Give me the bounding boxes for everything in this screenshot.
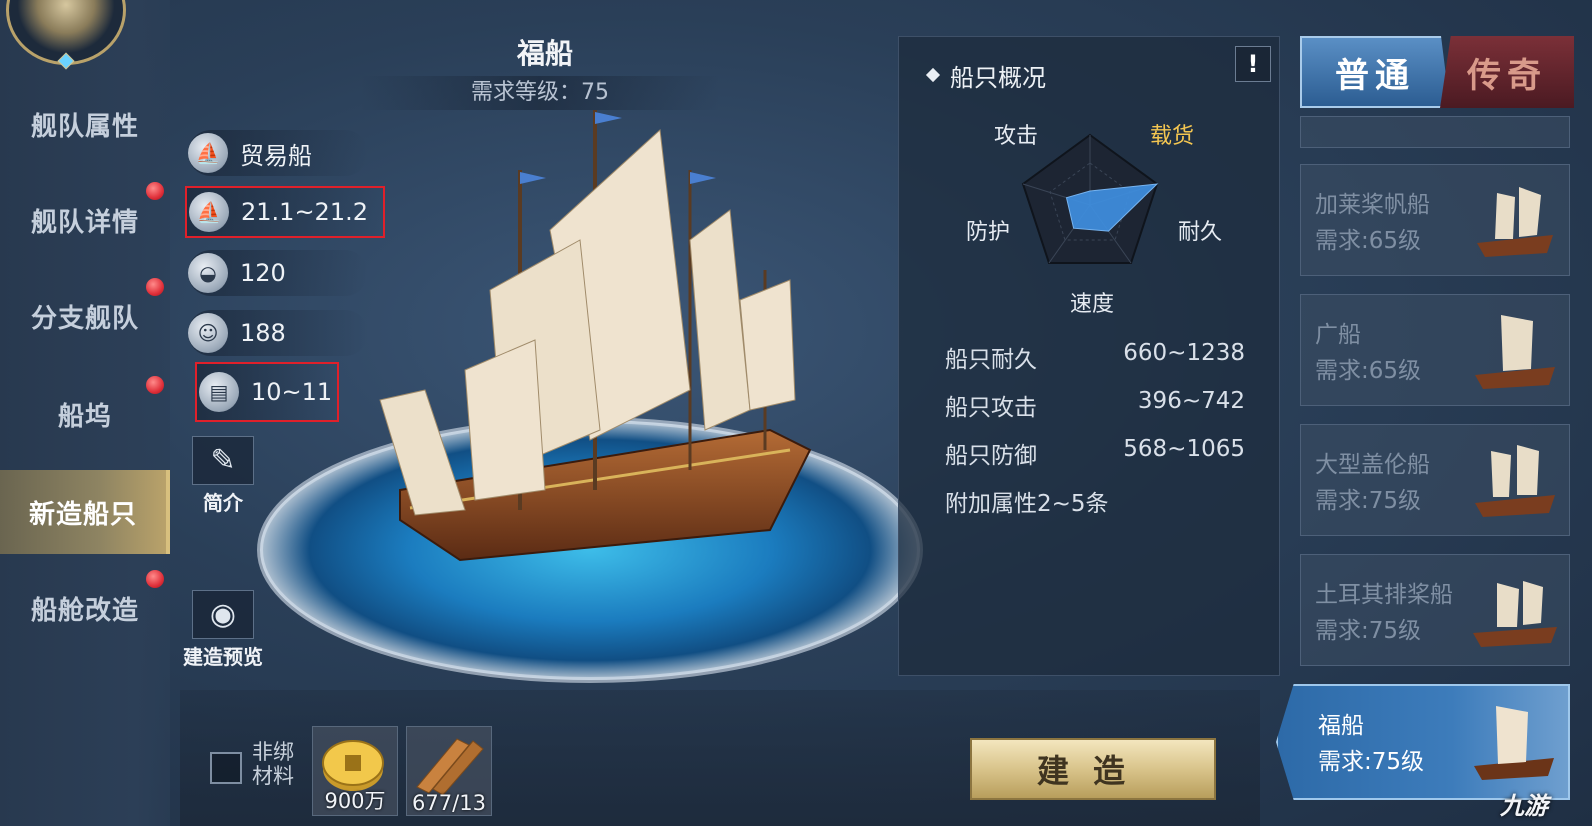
ship-card-req: 需求:75级 bbox=[1315, 618, 1422, 644]
info-button[interactable]: ! bbox=[1235, 46, 1271, 82]
ship-thumbnail bbox=[1473, 581, 1557, 647]
attr-label: 船只耐久 bbox=[945, 347, 1037, 373]
ship-card-name: 福船 bbox=[1318, 713, 1364, 739]
stat-value: 贸易船 bbox=[240, 141, 312, 170]
attr-label: 船只防御 bbox=[945, 443, 1037, 469]
material-slot-gold[interactable]: 900万 bbox=[312, 726, 398, 816]
build-preview-button[interactable]: ◉ 建造预览 bbox=[183, 590, 263, 670]
stat-value: 188 bbox=[240, 319, 286, 347]
nav-item-cabin-refit[interactable]: 船舱改造 bbox=[0, 568, 170, 648]
attr-row-durability: 船只耐久 660~1238 bbox=[945, 340, 1245, 376]
material-slot-wood[interactable]: 677/13 bbox=[406, 726, 492, 816]
material-count: 677/13 bbox=[412, 791, 486, 815]
nav-label: 船坞 bbox=[57, 401, 112, 432]
attr-row-defense: 船只防御 568~1065 bbox=[945, 436, 1245, 472]
nav-label: 新造船只 bbox=[28, 499, 137, 530]
eye-icon: ◉ bbox=[192, 590, 254, 639]
ship-thumbnail bbox=[1477, 187, 1553, 257]
sail-speed-icon: ⛵ bbox=[189, 192, 229, 232]
ship-card-guangchuan[interactable]: 广船 需求:65级 bbox=[1300, 294, 1570, 406]
stat-supply: ◒ 120 bbox=[188, 250, 368, 296]
unbound-material-checkbox[interactable] bbox=[210, 752, 242, 784]
scroll-icon: ✎ bbox=[192, 436, 254, 485]
radar-chart bbox=[1021, 133, 1159, 264]
tab-legend[interactable]: 传奇 bbox=[1440, 36, 1574, 108]
build-preview-label: 建造预览 bbox=[183, 645, 263, 669]
attr-row-extra: 附加属性2~5条 bbox=[945, 484, 1245, 520]
ship-card-req: 需求:75级 bbox=[1318, 749, 1425, 775]
nav-item-fleet-details[interactable]: 舰队详情 bbox=[0, 180, 170, 260]
radar-label-speed: 速度 bbox=[1070, 292, 1115, 317]
ship-card-fuchuan[interactable]: 福船 需求:75级 bbox=[1276, 684, 1570, 800]
unbound-material-label: 非绑材料 bbox=[252, 740, 294, 788]
attr-label: 附加属性2~5条 bbox=[945, 491, 1109, 517]
notification-dot bbox=[146, 182, 164, 200]
wood-plank-icon bbox=[416, 738, 484, 796]
ship-card-galley[interactable]: 加莱桨帆船 需求:65级 bbox=[1300, 164, 1570, 276]
ship-card-name: 广船 bbox=[1315, 322, 1361, 348]
nav-item-new-ship[interactable]: 新造船只 bbox=[0, 470, 170, 554]
stat-ship-type: ⛵ 贸易船 bbox=[188, 130, 368, 176]
ship-thumbnail bbox=[1474, 706, 1554, 780]
build-button[interactable]: 建造 bbox=[970, 738, 1216, 800]
nav-item-branch-fleet[interactable]: 分支舰队 bbox=[0, 276, 170, 356]
ship-card-turkish-galley[interactable]: 土耳其排桨船 需求:75级 bbox=[1300, 554, 1570, 666]
ship-thumbnail bbox=[1475, 445, 1555, 517]
ship-card-req: 需求:65级 bbox=[1315, 228, 1422, 254]
nav-label: 分支舰队 bbox=[30, 303, 139, 334]
ship-card-partial[interactable] bbox=[1300, 116, 1570, 148]
ship-card-req: 需求:65级 bbox=[1315, 358, 1422, 384]
attr-value: 396~742 bbox=[1137, 388, 1245, 414]
intro-button[interactable]: ✎ 简介 bbox=[190, 436, 256, 516]
bread-supply-icon: ◒ bbox=[188, 253, 228, 293]
material-count: 900万 bbox=[324, 789, 386, 813]
attr-value: 568~1065 bbox=[1123, 436, 1245, 462]
ship-requirement: 需求等级：75 bbox=[360, 76, 720, 110]
attr-label: 船只攻击 bbox=[945, 395, 1037, 421]
nav-label: 舰队详情 bbox=[30, 207, 139, 238]
nav-item-fleet-attributes[interactable]: 舰队属性 bbox=[0, 84, 170, 164]
ship-thumbnail bbox=[1475, 315, 1555, 389]
tab-normal[interactable]: 普通 bbox=[1300, 36, 1450, 108]
stat-cargo: ▤ 10~11 bbox=[195, 362, 339, 422]
ship-card-req: 需求:75级 bbox=[1315, 488, 1422, 514]
radar-label-protection: 防护 bbox=[966, 220, 1011, 245]
nav-label: 舰队属性 bbox=[30, 111, 139, 142]
notification-dot bbox=[146, 278, 164, 296]
ship-card-name: 土耳其排桨船 bbox=[1315, 582, 1453, 608]
attr-row-attack: 船只攻击 396~742 bbox=[945, 388, 1245, 424]
radar-label-durability: 耐久 bbox=[1178, 220, 1223, 245]
watermark-logo: 九游 bbox=[1500, 792, 1548, 820]
radar-label-cargo: 载货 bbox=[1150, 124, 1195, 149]
nav-label: 船舱改造 bbox=[30, 595, 139, 626]
stat-value: 21.1~21.2 bbox=[241, 198, 368, 226]
stat-speed: ⛵ 21.1~21.2 bbox=[185, 186, 385, 238]
stat-sailors: ☺ 188 bbox=[188, 310, 368, 356]
nav-item-dock[interactable]: 船坞 bbox=[0, 374, 170, 454]
sailor-icon: ☺ bbox=[188, 313, 228, 353]
stat-value: 10~11 bbox=[251, 378, 333, 406]
ship-card-name: 加莱桨帆船 bbox=[1315, 192, 1430, 218]
attr-value: 660~1238 bbox=[1123, 340, 1245, 366]
cargo-barrel-icon: ▤ bbox=[199, 372, 239, 412]
ship-type-icon: ⛵ bbox=[188, 133, 228, 173]
stat-value: 120 bbox=[240, 259, 286, 287]
ship-card-large-galleon[interactable]: 大型盖伦船 需求:75级 bbox=[1300, 424, 1570, 536]
intro-label: 简介 bbox=[203, 491, 243, 515]
overview-title: 船只概况 bbox=[950, 64, 1046, 92]
radar-label-attack: 攻击 bbox=[994, 124, 1039, 149]
ship-card-name: 大型盖伦船 bbox=[1315, 452, 1430, 478]
notification-dot bbox=[146, 570, 164, 588]
ship-title: 福船 bbox=[516, 37, 573, 70]
notification-dot bbox=[146, 376, 164, 394]
